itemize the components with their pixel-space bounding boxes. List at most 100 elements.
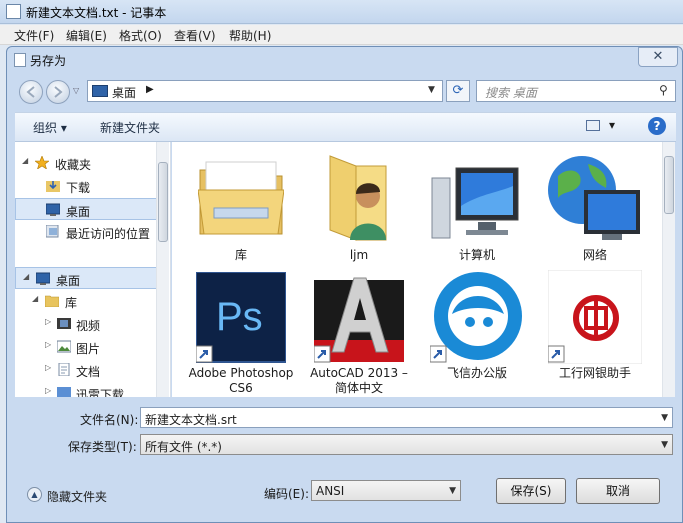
navpane-scrollbar[interactable] — [156, 142, 169, 397]
nav-label: 下载 — [66, 181, 91, 195]
file-item-autocad[interactable]: AutoCAD 2013 – 简体中文 — [304, 270, 414, 395]
menu-view[interactable]: 查看(V) — [174, 27, 216, 44]
file-label: AutoCAD 2013 – 简体中文 — [310, 366, 408, 395]
nav-videos[interactable]: ▷ 视频 — [15, 313, 157, 335]
nav-label: 文档 — [76, 365, 101, 379]
address-location[interactable]: 桌面 — [112, 84, 136, 101]
nav-pictures[interactable]: ▷ 图片 — [15, 336, 157, 358]
file-item-library[interactable]: 库 — [186, 148, 296, 268]
view-dropdown-icon[interactable]: ▾ — [609, 118, 615, 132]
history-dropdown-icon[interactable]: ▽ — [73, 86, 79, 95]
menu-help[interactable]: 帮助(H) — [229, 27, 271, 44]
nav-documents[interactable]: ▷ 文档 — [15, 359, 157, 381]
address-bar[interactable]: 桌面 ▶ ▼ — [87, 80, 443, 102]
search-input[interactable]: 搜索 桌面 ⚲ — [476, 80, 676, 102]
menu-edit[interactable]: 编辑(E) — [66, 27, 107, 44]
hide-folders-button[interactable]: 隐藏文件夹 — [47, 488, 107, 505]
cancel-button[interactable]: 取消 — [576, 478, 660, 504]
photoshop-icon: Ps — [196, 272, 286, 363]
file-label: ljm — [349, 248, 369, 262]
chevron-up-icon[interactable]: ▲ — [27, 487, 42, 502]
expand-triangle-icon[interactable]: ▷ — [45, 386, 51, 395]
nav-favorites[interactable]: ◢ 收藏夹 — [15, 152, 157, 174]
photoshop-logo-text: Ps — [216, 295, 263, 339]
nav-label: 收藏夹 — [55, 158, 92, 172]
search-icon[interactable]: ⚲ — [659, 83, 668, 97]
video-icon — [57, 318, 71, 329]
computer-icon — [431, 167, 519, 239]
encoding-label: 编码(E): — [264, 487, 309, 501]
notepad-menubar: 文件(F) 编辑(E) 格式(O) 查看(V) 帮助(H) — [0, 25, 683, 45]
nav-desktop[interactable]: 桌面 — [15, 198, 157, 220]
chevron-down-icon[interactable]: ▼ — [661, 413, 668, 423]
desktop-icon — [92, 85, 108, 97]
autocad-icon — [314, 277, 404, 363]
star-icon — [35, 156, 49, 169]
address-dropdown-icon[interactable]: ▼ — [428, 85, 435, 95]
forward-arrow-icon — [54, 86, 63, 98]
refresh-button[interactable]: ⟳ — [446, 80, 470, 102]
recent-places-icon — [46, 225, 59, 238]
nav-libraries[interactable]: ◢ 库 — [15, 290, 157, 312]
download-folder-icon — [46, 181, 60, 192]
nav-thunder-downloads[interactable]: ▷ 迅雷下载 — [15, 382, 157, 397]
filetype-select[interactable]: 所有文件 (*.*) ▼ — [140, 434, 673, 455]
forward-button[interactable] — [46, 80, 70, 104]
nav-recent-places[interactable]: 最近访问的位置 — [15, 221, 157, 243]
nav-label: 图片 — [76, 342, 101, 356]
navigation-pane: ◢ 收藏夹 下载 桌面 最近访问的位置 ◢ 桌面 ◢ 库 ▷ 视频 ▷ 图片 ▷… — [15, 142, 171, 397]
expand-triangle-icon[interactable]: ◢ — [32, 294, 38, 303]
filename-label: 文件名(N): — [80, 413, 139, 427]
notepad-title: 新建文本文档.txt - 记事本 — [26, 6, 167, 20]
save-button[interactable]: 保存(S) — [496, 478, 566, 504]
expand-triangle-icon[interactable]: ▷ — [45, 340, 51, 349]
menu-file[interactable]: 文件(F) — [14, 27, 54, 44]
file-item-user[interactable]: ljm — [304, 148, 414, 268]
address-chevron-icon[interactable]: ▶ — [146, 84, 154, 95]
chevron-down-icon[interactable]: ▼ — [661, 440, 668, 450]
new-folder-button[interactable]: 新建文件夹 — [100, 119, 160, 136]
nav-downloads[interactable]: 下载 — [15, 175, 157, 197]
search-placeholder: 搜索 桌面 — [485, 86, 537, 100]
document-icon — [58, 363, 70, 376]
menu-format[interactable]: 格式(O) — [119, 27, 162, 44]
expand-triangle-icon[interactable]: ◢ — [23, 272, 29, 281]
file-list: 库 ljm 计算机 网络 Ps Adobe Photoshop CS6 Auto… — [172, 142, 662, 397]
thunder-folder-icon — [57, 387, 71, 397]
organize-button[interactable]: 组织 ▾ — [33, 119, 67, 136]
file-item-icbc[interactable]: 工行网银助手 — [540, 270, 650, 390]
library-icon — [198, 161, 284, 235]
expand-triangle-icon[interactable]: ▷ — [45, 317, 51, 326]
dialog-icon — [14, 53, 26, 67]
nav-label: 库 — [65, 296, 78, 310]
file-list-scrollbar[interactable] — [662, 142, 675, 397]
filename-value[interactable]: 新建文本文档.srt — [145, 411, 237, 428]
filetype-value: 所有文件 (*.*) — [145, 440, 222, 454]
nav-label: 最近访问的位置 — [66, 227, 151, 241]
icbc-icon — [548, 270, 642, 364]
filename-input[interactable]: 新建文本文档.srt ▼ — [140, 407, 673, 428]
view-mode-icon[interactable] — [586, 120, 600, 131]
encoding-select[interactable]: ANSI ▼ — [311, 480, 461, 501]
expand-triangle-icon[interactable]: ▷ — [45, 363, 51, 372]
expand-triangle-icon[interactable]: ◢ — [22, 156, 28, 165]
nav-label: 桌面 — [66, 205, 91, 219]
file-label: 网络 — [582, 248, 607, 262]
file-label: 飞信办公版 — [446, 366, 507, 380]
file-list-scroll-thumb[interactable] — [664, 156, 674, 214]
nav-desktop-root[interactable]: ◢ 桌面 — [15, 267, 157, 289]
file-item-computer[interactable]: 计算机 — [422, 148, 532, 268]
nav-label: 迅雷下载 — [76, 388, 125, 397]
help-icon[interactable]: ? — [648, 117, 666, 135]
file-item-photoshop[interactable]: Ps Adobe Photoshop CS6 — [186, 270, 296, 395]
close-button[interactable]: ✕ — [638, 47, 678, 67]
file-item-fetion[interactable]: 飞信办公版 — [422, 270, 532, 390]
navpane-scroll-thumb[interactable] — [158, 162, 168, 242]
chevron-down-icon[interactable]: ▼ — [449, 486, 456, 496]
notepad-icon — [6, 4, 21, 19]
user-folder-icon — [329, 155, 387, 241]
nav-label: 视频 — [76, 319, 101, 333]
file-item-network[interactable]: 网络 — [540, 148, 650, 268]
file-label: Adobe Photoshop CS6 — [188, 366, 294, 395]
back-button[interactable] — [19, 80, 43, 104]
